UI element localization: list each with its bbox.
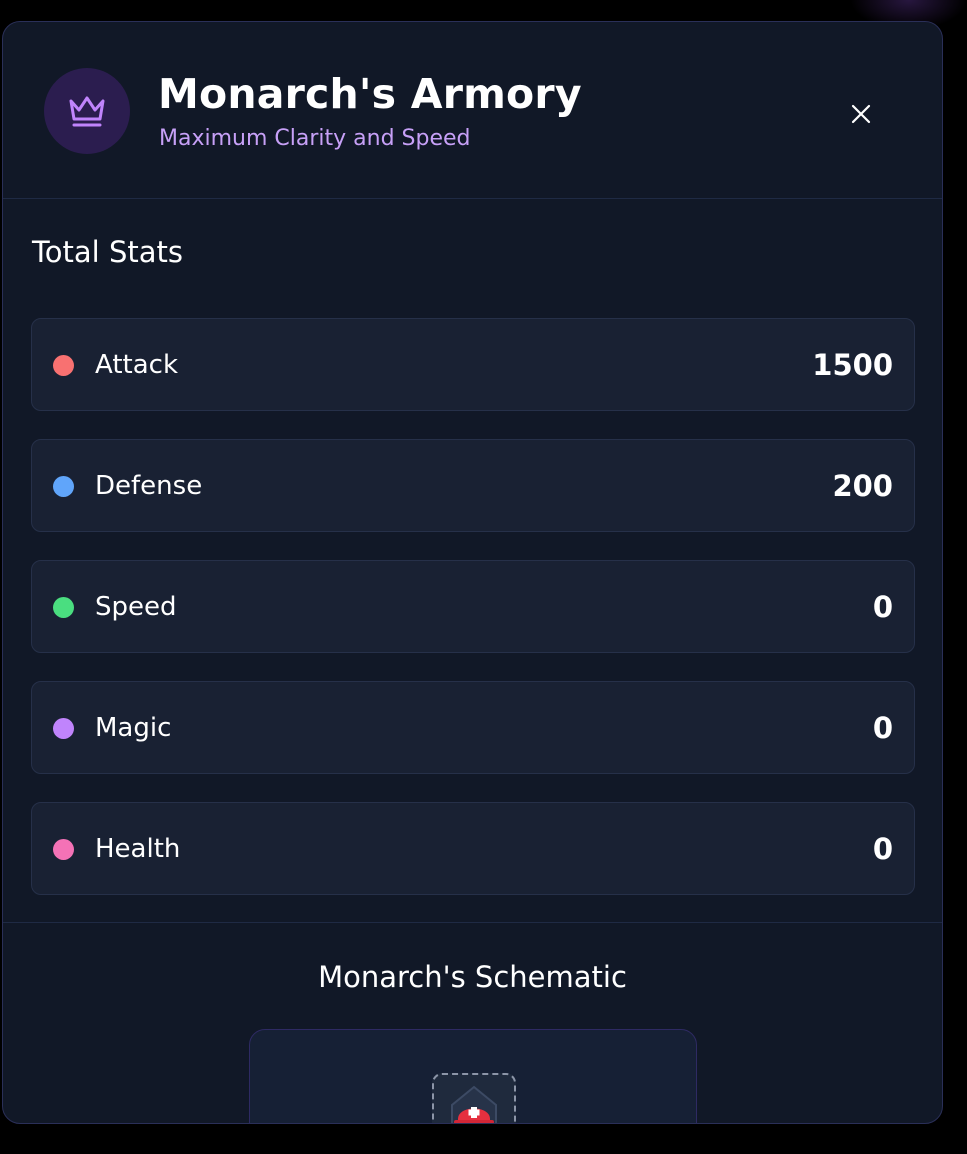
crown-badge bbox=[44, 68, 130, 154]
armory-modal: Monarch's Armory Maximum Clarity and Spe… bbox=[2, 21, 943, 1124]
attack-dot-icon bbox=[53, 355, 74, 376]
equipment-slot-helmet[interactable] bbox=[432, 1073, 516, 1123]
stat-value: 0 bbox=[872, 711, 893, 745]
stat-row-magic: Magic 0 bbox=[31, 681, 915, 774]
schematic-heading: Monarch's Schematic bbox=[318, 960, 627, 994]
close-icon bbox=[851, 104, 871, 124]
close-button[interactable] bbox=[843, 96, 879, 132]
stat-label: Attack bbox=[95, 350, 179, 380]
stat-label: Magic bbox=[95, 713, 172, 743]
stat-row-speed: Speed 0 bbox=[31, 560, 915, 653]
stat-label: Defense bbox=[95, 471, 203, 501]
stat-value: 200 bbox=[832, 469, 893, 503]
stat-label: Speed bbox=[95, 592, 177, 622]
crown-icon bbox=[69, 96, 105, 127]
modal-header: Monarch's Armory Maximum Clarity and Spe… bbox=[3, 22, 942, 199]
defense-dot-icon bbox=[53, 476, 74, 497]
stat-value: 0 bbox=[872, 832, 893, 866]
magic-dot-icon bbox=[53, 718, 74, 739]
schematic-panel bbox=[249, 1029, 697, 1123]
speed-dot-icon bbox=[53, 597, 74, 618]
stat-value: 0 bbox=[872, 590, 893, 624]
total-stats-heading: Total Stats bbox=[32, 235, 183, 269]
stat-row-defense: Defense 200 bbox=[31, 439, 915, 532]
health-dot-icon bbox=[53, 839, 74, 860]
stat-row-attack: Attack 1500 bbox=[31, 318, 915, 411]
page-subtitle: Maximum Clarity and Speed bbox=[159, 126, 471, 151]
schematic-section: Monarch's Schematic bbox=[3, 922, 942, 1123]
stat-row-health: Health 0 bbox=[31, 802, 915, 895]
stat-label: Health bbox=[95, 834, 181, 864]
stat-value: 1500 bbox=[812, 348, 893, 382]
page-title: Monarch's Armory bbox=[158, 70, 582, 118]
helmet-icon bbox=[451, 1085, 497, 1123]
